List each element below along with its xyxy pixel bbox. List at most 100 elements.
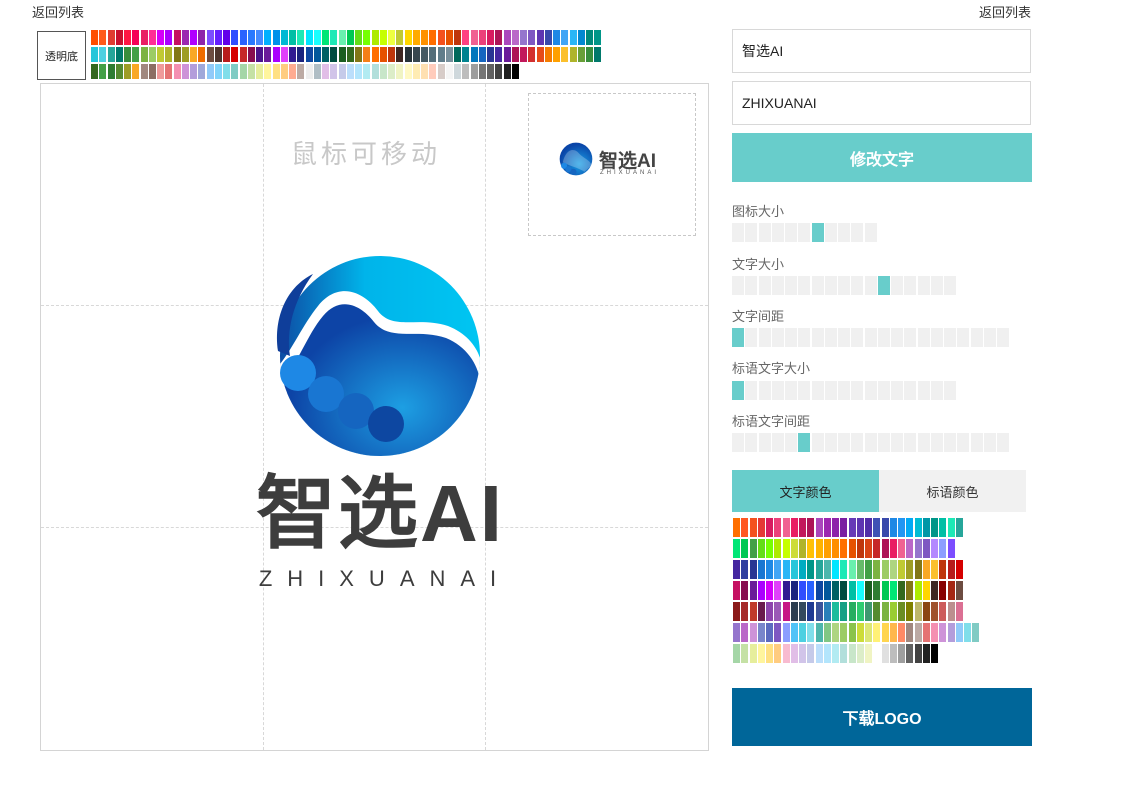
logo-brand-name[interactable]: 智选AI xyxy=(240,464,520,564)
slider-segment[interactable] xyxy=(785,276,797,295)
color-swatch[interactable] xyxy=(124,47,131,62)
color-swatch[interactable] xyxy=(766,560,773,579)
color-swatch[interactable] xyxy=(322,64,329,79)
color-swatch[interactable] xyxy=(881,560,889,579)
slider-segment[interactable] xyxy=(930,433,943,452)
color-swatch[interactable] xyxy=(313,64,321,79)
slider-segment[interactable] xyxy=(758,328,771,347)
color-swatch[interactable] xyxy=(528,47,536,62)
color-swatch[interactable] xyxy=(437,64,445,79)
color-swatch[interactable] xyxy=(733,602,740,621)
slider-segment[interactable] xyxy=(798,433,811,452)
hand-circle-logo-icon[interactable] xyxy=(268,256,483,471)
color-swatch[interactable] xyxy=(873,518,881,537)
color-swatch[interactable] xyxy=(338,64,346,79)
color-swatch[interactable] xyxy=(790,581,798,600)
color-swatch[interactable] xyxy=(947,518,955,537)
color-swatch[interactable] xyxy=(865,623,872,642)
color-swatch[interactable] xyxy=(503,64,511,79)
color-swatch[interactable] xyxy=(553,30,560,45)
color-swatch[interactable] xyxy=(873,560,881,579)
color-swatch[interactable] xyxy=(247,30,255,45)
slider-segment[interactable] xyxy=(758,381,771,400)
color-swatch[interactable] xyxy=(939,539,947,558)
color-swatch[interactable] xyxy=(856,623,864,642)
slider-segment[interactable] xyxy=(877,433,890,452)
color-swatch[interactable] xyxy=(848,560,856,579)
color-swatch[interactable] xyxy=(206,47,214,62)
color-swatch[interactable] xyxy=(470,30,478,45)
color-swatch[interactable] xyxy=(733,581,740,600)
color-swatch[interactable] xyxy=(865,581,872,600)
color-swatch[interactable] xyxy=(757,560,765,579)
slider-segment[interactable] xyxy=(824,276,837,295)
transparent-background-button[interactable]: 透明底 xyxy=(37,31,86,80)
color-swatch[interactable] xyxy=(338,47,346,62)
color-swatch[interactable] xyxy=(733,644,740,663)
color-swatch[interactable] xyxy=(840,560,848,579)
color-swatch[interactable] xyxy=(165,47,173,62)
color-swatch[interactable] xyxy=(733,518,740,537)
color-swatch[interactable] xyxy=(503,30,511,45)
color-swatch[interactable] xyxy=(536,47,544,62)
color-swatch[interactable] xyxy=(881,602,889,621)
color-swatch[interactable] xyxy=(749,518,757,537)
slogan-input[interactable] xyxy=(732,81,1031,125)
slider-segment[interactable] xyxy=(917,381,930,400)
slider-segment[interactable] xyxy=(904,381,917,400)
color-swatch[interactable] xyxy=(807,623,815,642)
color-swatch[interactable] xyxy=(577,30,585,45)
color-swatch[interactable] xyxy=(807,581,815,600)
color-swatch[interactable] xyxy=(239,64,247,79)
logo-slogan[interactable]: ZHIXUANAI xyxy=(240,566,530,592)
color-swatch[interactable] xyxy=(774,560,782,579)
slider-segment[interactable] xyxy=(771,433,784,452)
color-swatch[interactable] xyxy=(914,539,922,558)
color-swatch[interactable] xyxy=(577,47,585,62)
slider-segment[interactable] xyxy=(732,381,744,400)
color-swatch[interactable] xyxy=(832,602,839,621)
color-swatch[interactable] xyxy=(939,623,947,642)
slider-segment[interactable] xyxy=(745,223,758,242)
color-swatch[interactable] xyxy=(881,581,889,600)
slider-segment[interactable] xyxy=(824,433,837,452)
color-swatch[interactable] xyxy=(478,64,486,79)
color-swatch[interactable] xyxy=(873,539,881,558)
color-swatch[interactable] xyxy=(881,518,889,537)
color-swatch[interactable] xyxy=(790,560,798,579)
slider-segment[interactable] xyxy=(758,276,771,295)
color-swatch[interactable] xyxy=(487,47,494,62)
color-swatch[interactable] xyxy=(330,64,338,79)
color-swatch[interactable] xyxy=(396,47,404,62)
slider-segment[interactable] xyxy=(811,381,824,400)
color-swatch[interactable] xyxy=(330,47,338,62)
color-swatch[interactable] xyxy=(528,30,536,45)
color-swatch[interactable] xyxy=(305,64,313,79)
color-swatch[interactable] xyxy=(553,47,560,62)
color-swatch[interactable] xyxy=(289,30,296,45)
color-swatch[interactable] xyxy=(148,64,156,79)
color-swatch[interactable] xyxy=(757,518,765,537)
color-swatch[interactable] xyxy=(922,623,930,642)
color-swatch[interactable] xyxy=(445,30,453,45)
color-swatch[interactable] xyxy=(873,581,881,600)
color-swatch[interactable] xyxy=(955,518,963,537)
slider-segment[interactable] xyxy=(811,276,824,295)
color-swatch[interactable] xyxy=(815,623,823,642)
color-swatch[interactable] xyxy=(856,581,864,600)
color-swatch[interactable] xyxy=(889,560,897,579)
slider-segment[interactable] xyxy=(891,276,903,295)
slider-segment[interactable] xyxy=(877,328,890,347)
color-swatch[interactable] xyxy=(297,47,305,62)
color-swatch[interactable] xyxy=(741,581,749,600)
color-swatch[interactable] xyxy=(421,30,428,45)
color-swatch[interactable] xyxy=(898,623,905,642)
color-swatch[interactable] xyxy=(181,47,189,62)
slider-segment[interactable] xyxy=(970,433,983,452)
color-swatch[interactable] xyxy=(906,518,914,537)
color-swatch[interactable] xyxy=(404,64,412,79)
color-swatch[interactable] xyxy=(922,644,930,663)
color-swatch[interactable] xyxy=(832,539,839,558)
slider-segment[interactable] xyxy=(851,276,864,295)
color-swatch[interactable] xyxy=(939,560,947,579)
